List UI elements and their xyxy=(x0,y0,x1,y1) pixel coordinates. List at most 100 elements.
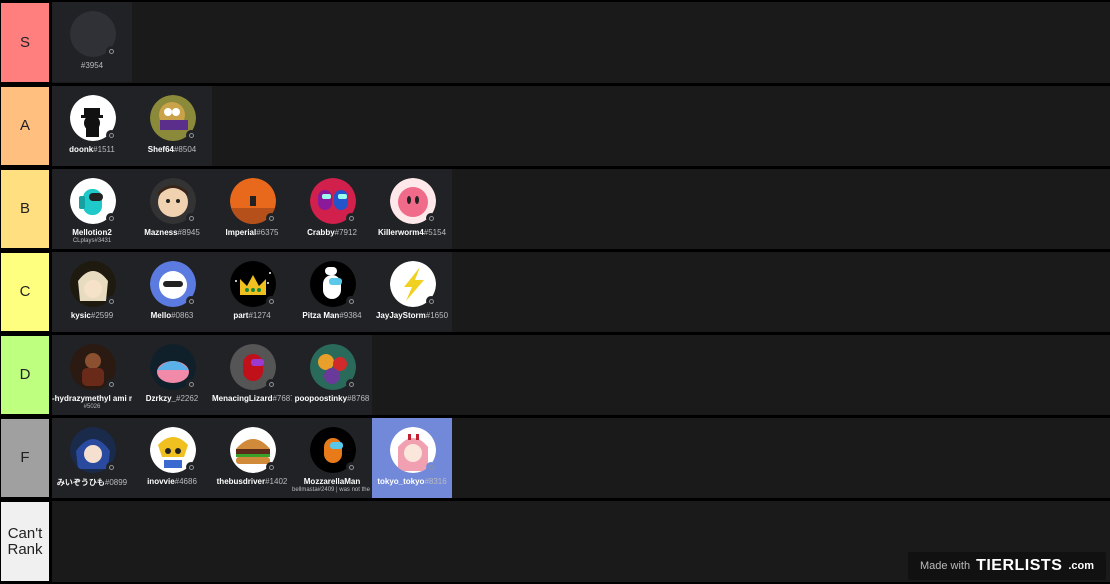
user-card[interactable]: thebusdriver#1402 xyxy=(212,418,292,498)
user-card[interactable]: -hydrazymethyl ami methane#5026 xyxy=(52,335,132,415)
discriminator-tag: #1511 xyxy=(93,145,115,154)
tier-row: S #3954 xyxy=(0,2,1110,83)
discriminator-tag: #8504 xyxy=(173,145,197,154)
tier-row: B Mellotion2 CLplays#3431 Mazness#8945 Imper… xyxy=(0,169,1110,249)
username-text: Crabby xyxy=(307,228,335,237)
username: tokyo_tokyo#8316 xyxy=(372,477,452,486)
offline-status-icon xyxy=(106,130,116,140)
username-text: MenacingLizard xyxy=(212,394,273,403)
user-card[interactable]: JayJayStorm#1650 xyxy=(372,252,452,332)
user-card[interactable]: Crabby#7912 xyxy=(292,169,372,249)
user-card[interactable]: Imperial#6375 xyxy=(212,169,292,249)
offline-status-icon xyxy=(106,379,116,389)
username: Dzrkzy_#2262 xyxy=(132,394,212,403)
discriminator-tag: #8945 xyxy=(177,228,200,237)
user-card[interactable]: Mello#0863 xyxy=(132,252,212,332)
user-card[interactable]: poopoostinky#8768 xyxy=(292,335,372,415)
discriminator-tag: #7912 xyxy=(334,228,357,237)
username: doonk#1511 xyxy=(52,145,132,154)
discriminator-tag: #1402 xyxy=(265,477,288,486)
offline-status-icon xyxy=(266,462,276,472)
username: Mellotion2 xyxy=(52,228,132,237)
offline-status-icon xyxy=(186,379,196,389)
user-card[interactable]: part#1274 xyxy=(212,252,292,332)
username: Shef64#8504 xyxy=(132,145,212,154)
user-card[interactable]: MenacingLizard#7687 xyxy=(212,335,292,415)
username: Mello#0863 xyxy=(132,311,212,320)
username: -hydrazymethyl ami methane xyxy=(52,394,132,403)
username-text: tokyo_tokyo xyxy=(377,477,425,486)
offline-status-icon xyxy=(186,462,196,472)
discriminator-tag: #8316 xyxy=(424,477,447,486)
username: thebusdriver#1402 xyxy=(212,477,292,486)
user-card[interactable]: MozzarellaMan bellmasta#2409 | was not th… xyxy=(292,418,395,498)
user-card[interactable]: Mellotion2 CLplays#3431 xyxy=(52,169,132,249)
username-text: みいぞうひも xyxy=(56,478,105,487)
tier-label[interactable]: A xyxy=(0,86,50,166)
username-text: -hydrazymethyl ami methane xyxy=(52,394,132,403)
username-text: Pitza Man xyxy=(302,311,340,320)
tier-label[interactable]: C xyxy=(0,252,50,332)
username: inovvie#4686 xyxy=(132,477,212,486)
username-text: Killerworm4 xyxy=(377,228,424,237)
username: part#1274 xyxy=(212,311,292,320)
username-text: kysic xyxy=(70,311,91,320)
user-card[interactable]: Dzrkzy_#2262 xyxy=(132,335,212,415)
tier-label[interactable]: B xyxy=(0,169,50,249)
username: JayJayStorm#1650 xyxy=(372,311,452,320)
user-card[interactable]: tokyo_tokyo#8316 xyxy=(372,418,452,498)
tier-items-area[interactable]: みいぞうひも#0899 inovvie#4686 thebusdriver#1402… xyxy=(52,418,1110,498)
tierlists-watermark[interactable]: Made with TIERLISTS .com xyxy=(908,552,1106,580)
username-text: doonk xyxy=(69,145,94,154)
username: みいぞうひも#0899 xyxy=(52,477,132,488)
tier-items-area[interactable]: doonk#1511 Shef64#8504 xyxy=(52,86,1110,166)
discriminator-tag: #8768 xyxy=(347,394,370,403)
username: Imperial#6375 xyxy=(212,228,292,237)
tier-label[interactable]: S xyxy=(0,2,50,83)
username-text: Mazness xyxy=(144,228,178,237)
user-card[interactable]: inovvie#4686 xyxy=(132,418,212,498)
username: Crabby#7912 xyxy=(292,228,372,237)
username: #3954 xyxy=(52,61,132,70)
username-text: Mello xyxy=(150,311,172,320)
username-text: Mellotion2 xyxy=(72,228,112,237)
offline-status-icon xyxy=(346,296,356,306)
discriminator-tag: #3954 xyxy=(80,61,104,70)
user-card[interactable]: doonk#1511 xyxy=(52,86,132,166)
user-card[interactable]: Pitza Man#9384 xyxy=(292,252,372,332)
discriminator-tag: #4686 xyxy=(174,477,197,486)
tier-items-area[interactable]: kysic#2599 Mello#0863 part#1274 Pitza Man#9… xyxy=(52,252,1110,332)
offline-status-icon xyxy=(186,296,196,306)
user-card[interactable]: #3954 xyxy=(52,2,132,82)
offline-status-icon xyxy=(106,213,116,223)
offline-status-icon xyxy=(426,462,436,472)
username-text: Dzrkzy_ xyxy=(145,394,176,403)
discriminator-tag: #1650 xyxy=(425,311,449,320)
offline-status-icon xyxy=(346,379,356,389)
tier-label[interactable]: D xyxy=(0,335,50,415)
tier-row: Ckysic#2599 Mello#0863 part#1274 Pitza Man#… xyxy=(0,252,1110,332)
username-text: Imperial xyxy=(225,228,257,237)
tier-row: D-hydrazymethyl ami methane#5026Dzrkzy_#… xyxy=(0,335,1110,415)
user-card[interactable]: kysic#2599 xyxy=(52,252,132,332)
user-card[interactable]: Killerworm4#5154 xyxy=(372,169,452,249)
offline-status-icon xyxy=(186,130,196,140)
username-text: thebusdriver xyxy=(216,477,266,486)
offline-status-icon xyxy=(266,213,276,223)
username-text: poopoostinky xyxy=(294,394,348,403)
username: kysic#2599 xyxy=(52,311,132,320)
tier-items-area[interactable]: #3954 xyxy=(52,2,1110,83)
tier-items-area[interactable]: Mellotion2 CLplays#3431 Mazness#8945 Imperi… xyxy=(52,169,1110,249)
username-text: inovvie xyxy=(147,477,175,486)
user-card[interactable]: みいぞうひも#0899 xyxy=(52,418,132,498)
user-card[interactable]: Shef64#8504 xyxy=(132,86,212,166)
discriminator-tag: #6375 xyxy=(256,228,279,237)
username-text: JayJayStorm xyxy=(375,311,426,320)
user-card[interactable]: Mazness#8945 xyxy=(132,169,212,249)
offline-status-icon xyxy=(106,46,116,56)
user-subtitle: #5026 xyxy=(83,404,101,410)
tier-label[interactable]: Can't Rank xyxy=(0,501,50,582)
tier-row: Adoonk#1511 Shef64#8504 xyxy=(0,86,1110,166)
tier-label[interactable]: F xyxy=(0,418,50,498)
tier-items-area[interactable]: -hydrazymethyl ami methane#5026Dzrkzy_#2… xyxy=(52,335,1110,415)
